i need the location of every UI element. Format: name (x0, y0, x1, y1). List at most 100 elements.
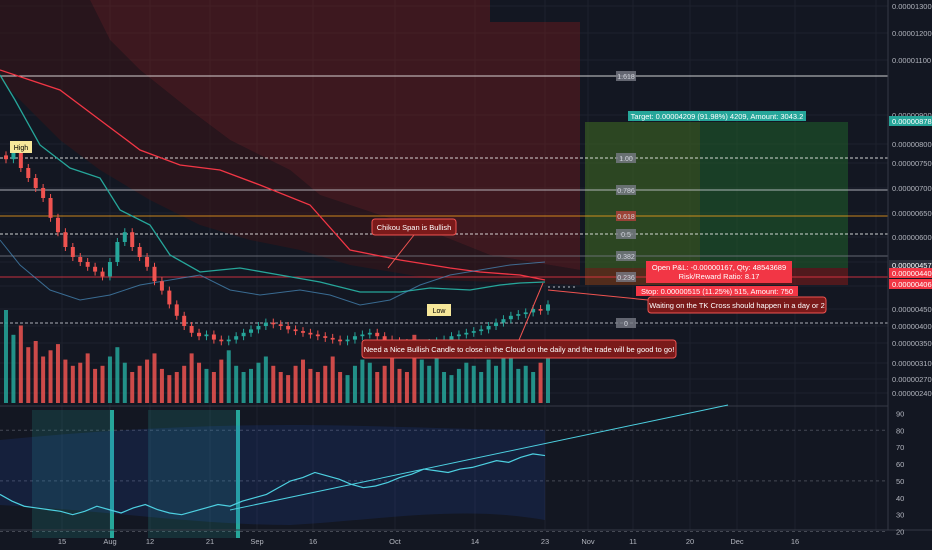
time-tick-label: Oct (389, 537, 402, 546)
volume-bar (41, 356, 46, 403)
candle-body (330, 337, 335, 340)
callout-chikou: Chikou Span is Bullish (377, 223, 452, 232)
candle-body (293, 329, 298, 332)
volume-bar (48, 350, 53, 403)
volume-bar (26, 347, 31, 403)
volume-bar (174, 372, 179, 403)
volume-bar (516, 368, 521, 403)
volume-bar (55, 344, 60, 403)
time-tick-label: Nov (581, 537, 595, 546)
candle-body (345, 339, 350, 342)
candle-body (107, 262, 112, 277)
candle-body (130, 232, 135, 247)
pnl-label-line1: Open P&L: -0.00000167, Qty: 48543689 (652, 263, 786, 272)
candle-body (456, 334, 461, 337)
candle-body (300, 331, 305, 333)
candle-body (93, 266, 98, 272)
fib-label: 1.618 (617, 74, 635, 81)
candle-body (219, 339, 224, 342)
volume-bar (4, 310, 8, 403)
candle-body (48, 198, 53, 218)
volume-bar (494, 365, 499, 403)
time-tick-label: 11 (629, 537, 637, 546)
fib-label: 0 (624, 321, 628, 328)
volume-bar (367, 362, 372, 403)
candle-body (234, 336, 239, 340)
price-tick-label: 0.00000270 (892, 375, 932, 384)
low-label: Low (433, 308, 447, 315)
volume-bar (427, 365, 432, 403)
candle-body (494, 322, 499, 326)
volume-bar (352, 365, 357, 403)
volume-bar (204, 368, 209, 403)
price-tick-label: 0.00001200 (892, 29, 932, 38)
price-tick-label: 0.00000750 (892, 159, 932, 168)
volume-bar (249, 368, 254, 403)
volume-bar (531, 372, 536, 403)
volume-bar (390, 353, 395, 403)
volume-bar (18, 325, 23, 403)
volume-bar (93, 368, 98, 403)
chart-canvas[interactable]: 1.618 1.00 0.786 0.618 0.5 0.382 0.236 0 High Lo… (0, 0, 932, 550)
candle-body (375, 332, 380, 337)
volume-bar (345, 375, 350, 403)
fib-label: 0.5 (621, 232, 631, 239)
volume-bar (360, 359, 365, 403)
candle-body (249, 329, 254, 333)
price-marker-label: 0.00000406 (892, 280, 932, 289)
rsi-tick-label: 30 (896, 511, 904, 520)
candle-body (308, 332, 313, 335)
candle-body (486, 326, 491, 330)
candle-body (323, 336, 328, 338)
pnl-label-line2: Risk/Reward Ratio: 8.17 (679, 272, 760, 281)
volume-bar (263, 356, 268, 403)
volume-bar (479, 372, 484, 403)
volume-bar (33, 341, 38, 403)
candle-body (479, 329, 484, 332)
candle-body (338, 339, 343, 342)
candle-body (501, 319, 506, 323)
price-tick-label: 0.00000700 (892, 184, 932, 193)
rsi-tick-label: 60 (896, 460, 904, 469)
candle-body (85, 262, 90, 267)
volume-bar (271, 365, 276, 403)
target-label: Target: 0.00004209 (91.98%) 4209, Amount… (631, 112, 804, 121)
volume-bar (442, 372, 447, 403)
time-tick-label: 21 (206, 537, 214, 546)
volume-bar (182, 365, 187, 403)
volume-bar (338, 372, 343, 403)
volume-bar (323, 365, 328, 403)
candle-body (33, 178, 38, 188)
candle-body (189, 326, 194, 333)
rsi-tick-label: 40 (896, 494, 904, 503)
volume-bar (434, 356, 439, 403)
candle-body (367, 332, 372, 335)
price-tick-label: 0.00000400 (892, 322, 932, 331)
fib-label: 1.00 (619, 156, 633, 163)
rsi-tick-label: 20 (896, 528, 904, 537)
volume-bar (404, 372, 409, 403)
volume-bar (197, 362, 202, 403)
volume-bar (226, 350, 231, 403)
time-tick-label: 14 (471, 537, 479, 546)
candle-body (226, 339, 231, 342)
candle-body (41, 188, 46, 198)
volume-bar (449, 375, 454, 403)
candle-body (211, 334, 216, 340)
volume-bar (107, 356, 112, 403)
candle-body (159, 281, 164, 291)
volume-bar (293, 365, 298, 403)
candle-body (523, 312, 528, 315)
candle-body (352, 336, 357, 340)
time-tick-label: 16 (309, 537, 317, 546)
rsi-tick-label: 90 (896, 409, 904, 418)
candle-body (538, 309, 543, 311)
candle-body (182, 315, 187, 326)
time-tick-label: 20 (686, 537, 694, 546)
candle-body (197, 332, 202, 337)
volume-bar (523, 365, 528, 403)
rsi-band (0, 425, 545, 525)
rsi-tick-label: 70 (896, 443, 904, 452)
time-tick-label: Dec (730, 537, 744, 546)
price-marker-label: 0.00000878 (892, 117, 932, 126)
